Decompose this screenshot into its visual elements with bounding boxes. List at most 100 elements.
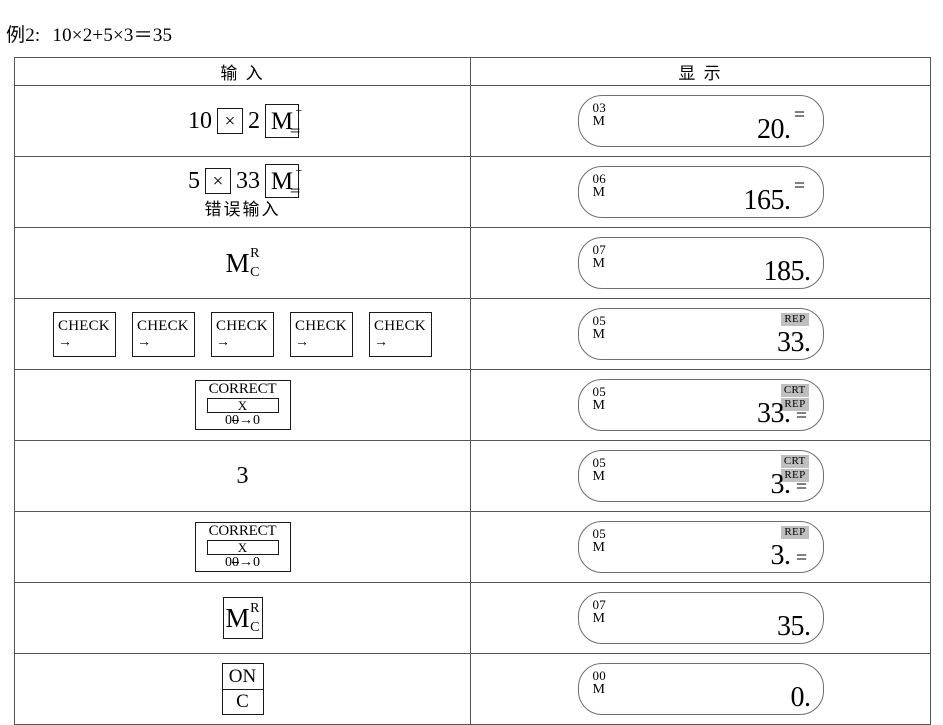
correct-key[interactable]: CORRECT X 00→0: [194, 380, 291, 430]
table-row: 10 × 2 M + ＝ 03 M = 20.: [14, 85, 931, 157]
table-row: CORRECT X 00→0 05 M REP 3. =: [14, 511, 931, 583]
memory-plus-subscript: ＝: [289, 183, 302, 198]
memory-plus-key[interactable]: M + ＝: [265, 102, 303, 138]
display-step-counter: 00: [592, 668, 607, 683]
memory-recall-clear-superscript: R: [250, 600, 260, 616]
correct-key[interactable]: CORRECT X 00→0: [194, 522, 291, 572]
calculator-display: 05 M CRT REP 3. =: [577, 450, 824, 502]
display-status-badges: REP: [781, 313, 809, 326]
input-cell: ON C: [14, 653, 471, 725]
display-value-row: 3. =: [771, 470, 811, 500]
input-cell: 10 × 2 M + ＝: [14, 85, 471, 157]
calculator-display: 03 M = 20.: [577, 95, 824, 147]
display-cell-content: 06 M = 165.: [471, 157, 930, 227]
calculator-display: 07 M 185.: [577, 237, 824, 289]
input-cell-content: MRC: [15, 583, 470, 653]
input-cell: CHECK → CHECK → CHECK → CHECK → CHECK →: [14, 298, 471, 370]
display-cell-content: 07 M 185.: [471, 228, 930, 298]
correct-foot-b: 0: [232, 413, 239, 428]
multiply-key[interactable]: ×: [217, 108, 243, 134]
key-sequence-with-note: 5 × 33 M + ＝错误输入: [186, 162, 303, 220]
calculator-display: 06 M = 165.: [577, 166, 824, 218]
arrow-right-icon: →: [239, 555, 253, 570]
display-cell: 05 M REP 3. =: [470, 511, 931, 583]
caption-expression: 10×2+5×3＝35: [52, 25, 173, 46]
display-memory-indicator: M: [592, 114, 605, 129]
display-equals-indicator: =: [795, 476, 808, 498]
correct-foot-c: 0: [253, 555, 260, 570]
table-body: 10 × 2 M + ＝ 03 M = 20. 5 × 33 M + ＝错误输入 06 M = 165. M R C 07 M 1…: [14, 85, 931, 725]
display-cell: 05 M CRT REP 3. =: [470, 440, 931, 512]
arrow-right-icon: →: [137, 335, 151, 350]
display-step-counter: 03: [592, 100, 607, 115]
key-sequence: 10 × 2 M + ＝: [186, 102, 303, 138]
calculator-display: 05 M CRT REP 33. =: [577, 379, 824, 431]
display-cell: 05 M CRT REP 33. =: [470, 369, 931, 441]
check-key[interactable]: CHECK →: [369, 311, 432, 357]
display-number: 3.: [770, 540, 792, 571]
arrow-right-icon: →: [295, 335, 309, 350]
input-cell: CORRECT X 00→0: [14, 511, 471, 583]
check-key-label: CHECK: [58, 318, 110, 334]
check-key[interactable]: CHECK →: [290, 311, 353, 357]
correct-key-footer: 00→0: [225, 414, 260, 428]
display-number: 20.: [757, 114, 791, 145]
display-step-counter: 07: [592, 242, 607, 257]
input-cell-content: 10 × 2 M + ＝: [15, 86, 470, 156]
memory-plus-superscript: +: [295, 162, 303, 177]
memory-recall-clear-key[interactable]: MRC: [222, 597, 263, 639]
correct-key-footer: 00→0: [225, 556, 260, 570]
display-cell: 07 M 35.: [470, 582, 931, 654]
key-sequence: 5 × 33 M + ＝: [186, 162, 303, 199]
correct-key-label: CORRECT: [208, 523, 277, 539]
display-value-row: 20.: [757, 115, 811, 145]
on-clear-key-c-label: C: [236, 691, 249, 713]
display-cell-content: 07 M 35.: [471, 583, 930, 653]
memory-recall-clear-letter: M: [225, 247, 250, 278]
display-value-row: 3. =: [771, 541, 811, 571]
input-cell: 5 × 33 M + ＝错误输入: [14, 156, 471, 228]
memory-recall-clear-glyph: MRC: [225, 246, 260, 280]
column-header-display: 显 示: [470, 57, 931, 86]
display-value-row: 33.: [777, 328, 811, 358]
input-cell: 3: [14, 440, 471, 512]
multiply-key[interactable]: ×: [205, 168, 231, 195]
memory-plus-key[interactable]: M + ＝: [265, 162, 303, 199]
check-key-group: CHECK → CHECK → CHECK → CHECK → CHECK →: [53, 311, 432, 357]
display-number: 0.: [790, 682, 812, 713]
on-clear-key[interactable]: ON C: [221, 663, 264, 715]
input-cell-content: 5 × 33 M + ＝错误输入: [15, 157, 470, 227]
display-equals-indicator: =: [795, 405, 808, 427]
display-value-row: 185.: [763, 256, 812, 287]
operand-first: 5: [188, 168, 200, 195]
table-row: ON C 00 M 0.: [14, 653, 931, 725]
check-key[interactable]: CHECK →: [53, 311, 116, 357]
display-number: 3.: [770, 469, 792, 500]
correct-foot-a: 0: [225, 555, 232, 570]
on-clear-key-on-label: ON: [222, 664, 263, 690]
display-memory-indicator: M: [592, 398, 605, 413]
display-number: 165.: [743, 185, 792, 216]
calculator-display: 07 M 35.: [577, 592, 824, 644]
display-value-row: 33. =: [757, 399, 811, 429]
operand-second: 2: [248, 108, 260, 134]
check-key[interactable]: CHECK →: [132, 311, 195, 357]
display-memory-indicator: M: [592, 256, 605, 271]
display-cell-content: 05 M REP 33.: [471, 299, 930, 369]
display-memory-indicator: M: [592, 327, 605, 342]
display-number: 33.: [757, 398, 791, 429]
memory-plus-superscript: +: [295, 102, 303, 117]
memory-plus-subscript: ＝: [289, 123, 302, 138]
check-key[interactable]: CHECK →: [211, 311, 274, 357]
display-equals-indicator: =: [795, 547, 808, 569]
display-value-row: 35.: [777, 612, 811, 642]
correct-foot-a: 0: [225, 413, 232, 428]
memory-recall-clear-subscript: C: [250, 264, 260, 280]
display-number: 185.: [763, 256, 812, 287]
example-caption: 例2: 10×2+5×3＝35: [6, 25, 172, 47]
status-badge-crt: CRT: [780, 455, 809, 468]
display-step-counter: 06: [592, 171, 607, 186]
status-badge-rep: REP: [781, 526, 809, 539]
operand-first: 10: [188, 108, 212, 134]
input-cell: MRC: [14, 227, 471, 299]
